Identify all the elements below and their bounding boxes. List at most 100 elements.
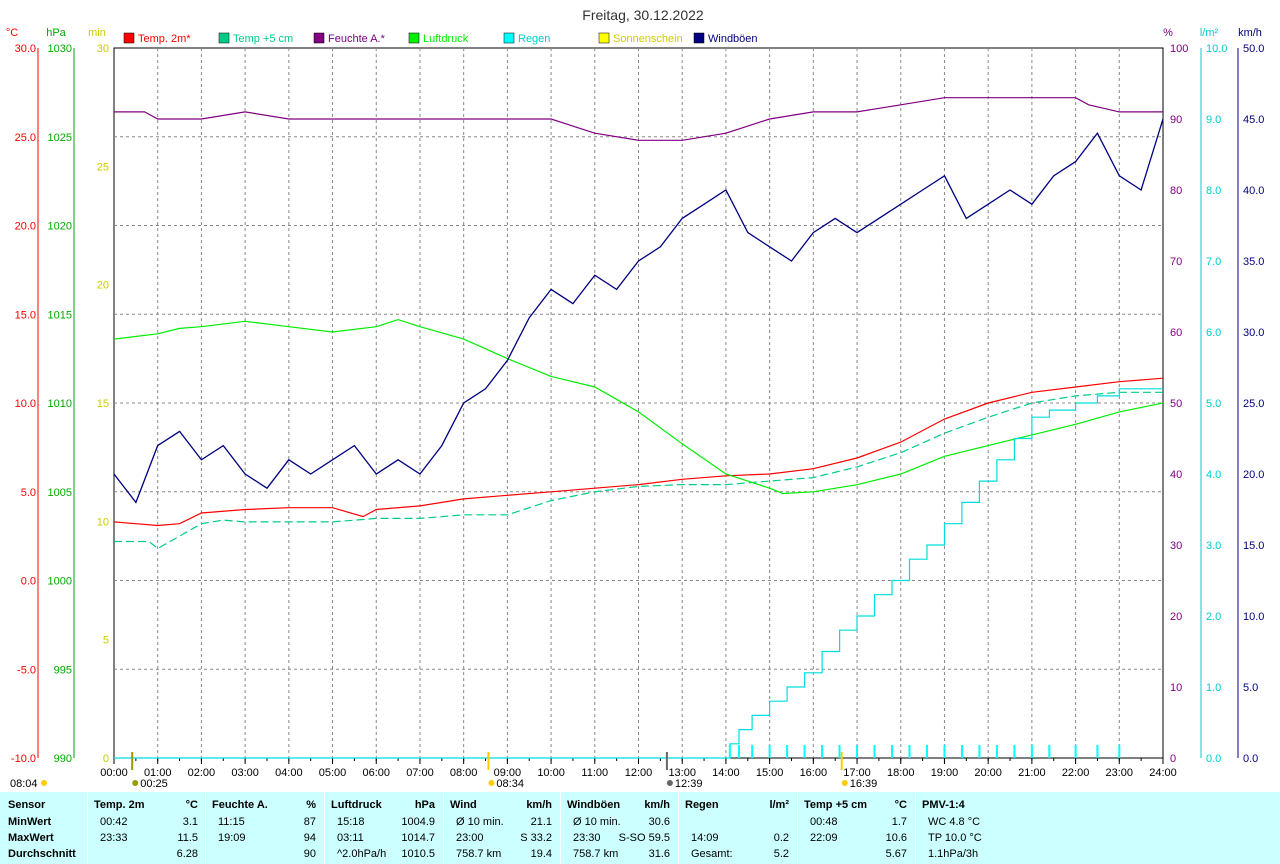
table-col-unit: l/m² [769,799,789,811]
table-col-unit: °C [894,799,907,811]
rain-axis-tick-label: 1.0 [1206,682,1221,694]
legend: Temp. 2m* Temp +5 cm Feuchte A.* Luftdruck R… [123,32,758,45]
table-cell-value: 5.67 [885,848,907,860]
table-cell-value: S-SO 59.5 [618,832,670,844]
press-axis-tick-label: 1025 [48,132,72,144]
table-col-unit: km/h [644,799,670,811]
table-col-header: Temp. 2m [94,799,145,811]
table-col-header: PMV-1:4 [922,799,965,811]
sun-axis-tick-label: 30 [97,43,109,55]
rain-tick [908,745,911,758]
press-axis-tick-label: 1020 [48,221,72,233]
wind-axis-tick-label: 20.0 [1243,469,1264,481]
legend-swatch [693,32,705,44]
rain-tick [856,745,859,758]
x-tick-label: 07:00 [406,767,434,779]
time-mark-label: 16:39 [850,778,878,790]
legend-label: Windböen [708,33,758,45]
rain-axis-tick-label: 2.0 [1206,611,1221,623]
rain-tick [1096,745,1099,758]
x-tick-label: 08:00 [450,767,478,779]
legend-swatch [218,32,230,44]
x-tick-label: 04:00 [275,767,303,779]
wind-axis-tick-label: 50.0 [1243,43,1264,55]
rain-tick [728,745,731,758]
wind-axis-tick-label: 0.0 [1243,753,1258,765]
rain-axis-tick-label: 3.0 [1206,540,1221,552]
temp-axis-tick-label: 10.0 [15,398,36,410]
table-cell-label: 23:00 [456,832,484,844]
rain-axis-tick-label: 8.0 [1206,185,1221,197]
press-axis-tick-label: 995 [54,664,72,676]
x-tick-label: 00:00 [100,767,128,779]
table-cell-label: 19:09 [218,832,246,844]
rain-tick [1030,745,1033,758]
wind-axis-tick-label: 10.0 [1243,611,1264,623]
rain-axis-tick-label: 6.0 [1206,327,1221,339]
rain-tick [960,745,963,758]
wind-axis-tick-label: 25.0 [1243,398,1264,410]
legend-swatch [598,32,610,44]
moon-icon [666,780,673,786]
table-cell-value: 11.5 [177,832,198,844]
sunset-icon [841,780,848,786]
x-tick-label: 14:00 [712,767,740,779]
table-cell-value: 21.1 [530,816,552,828]
press-axis-tick-label: 1030 [48,43,72,55]
legend-label: Temp. 2m* [138,33,191,45]
press-axis-tick-label: 1010 [48,398,72,410]
table-cell-label: 00:48 [810,816,838,828]
wind-axis-tick-label: 30.0 [1243,327,1264,339]
sun-axis-tick-label: 25 [97,161,109,173]
chart-title: Freitag, 30.12.2022 [582,7,704,23]
rain-axis-tick-label: 7.0 [1206,256,1221,268]
rain-axis-tick-label: 0.0 [1206,753,1221,765]
time-mark-label: 00:25 [140,778,168,790]
x-tick-label: 11:00 [581,767,608,779]
press-axis-tick-label: 1015 [48,309,72,321]
hum-axis-tick-label: 10 [1170,682,1182,694]
table-cell-value: 87 [303,816,316,828]
table-cell-value: 6.28 [176,848,198,860]
table-col-unit: % [306,799,316,811]
table-col-header: Regen [685,799,719,811]
series-line-luftdruck [113,318,1164,495]
table-cell-label: 22:09 [810,832,838,844]
table-column-divider [443,792,444,864]
hum-axis-tick-label: 30 [1170,540,1182,552]
table-cell-value: 19.4 [530,848,552,860]
legend-swatch [313,32,325,44]
table-col-header: Feuchte A. [212,799,268,811]
table-col-unit: °C [185,799,198,811]
legend-label: Temp +5 cm [233,33,293,45]
x-tick-label: 24:00 [1149,767,1177,779]
wind-axis-tick-label: 35.0 [1243,256,1264,268]
x-tick-label: 16:00 [800,767,828,779]
wind-axis-tick-label: 15.0 [1243,540,1264,552]
temp-axis-unit: °C [6,27,18,39]
hum-axis-tick-label: 100 [1170,43,1188,55]
legend-label: Sonnenschein [613,33,683,45]
table-column-divider [915,792,916,864]
sun-axis-tick-label: 15 [97,398,109,410]
press-axis-tick-label: 1005 [48,487,72,499]
table-cell-label: 11:15 [218,816,245,828]
temp-axis-tick-label: 5.0 [21,487,36,499]
sun-axis-tick-label: 20 [97,280,109,292]
legend-label: Luftdruck [423,33,469,45]
x-tick-label: 15:00 [756,767,784,779]
x-tick-label: 23:00 [1106,767,1134,779]
sunrise-icon [41,780,47,786]
time-mark-label: 08:34 [496,778,524,790]
table-cell-value: 5.2 [773,848,789,860]
hum-axis-tick-label: 70 [1170,256,1182,268]
table-col-header: Windböen [567,799,621,811]
x-tick-label: 19:00 [931,767,959,779]
rain-axis-tick-label: 4.0 [1206,469,1221,481]
rain-tick [803,745,806,758]
temp-axis-tick-label: 0.0 [21,576,36,588]
rain-tick [925,745,928,758]
legend-label: Feuchte A.* [328,33,386,45]
table-cell-value: 1004.9 [401,816,435,828]
rain-tick [821,745,824,758]
